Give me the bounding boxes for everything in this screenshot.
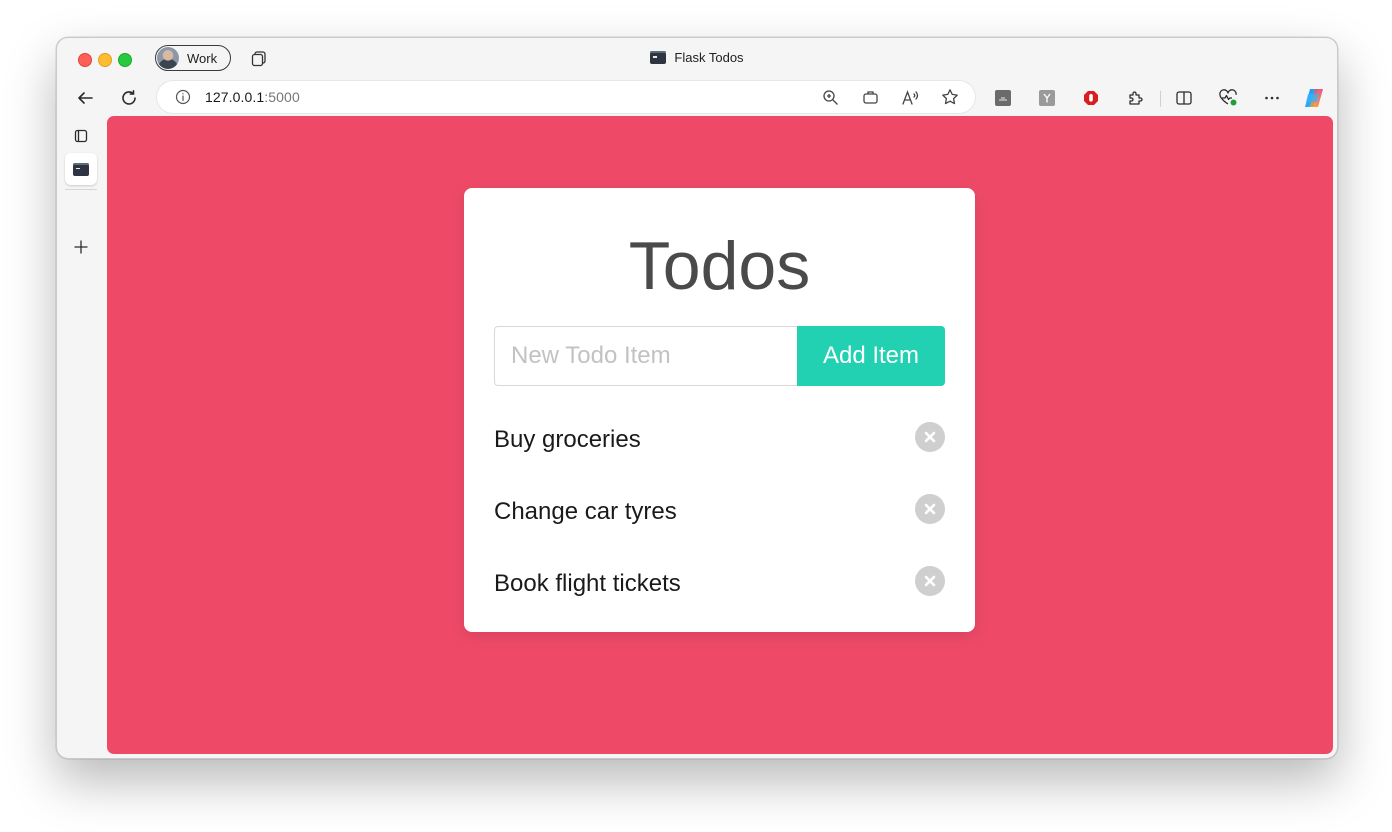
toolbar: 127.0.0.1:5000 [57, 78, 1337, 118]
add-item-button[interactable]: Add Item [797, 326, 945, 386]
extension-y-icon[interactable] [1039, 90, 1055, 106]
delete-todo-button[interactable] [915, 422, 945, 452]
browser-essentials-icon[interactable] [1218, 88, 1238, 108]
browser-window: Work Flask Todos 127.0.0.1:5000 Todos Ne… [56, 37, 1338, 759]
app-icon[interactable] [860, 87, 880, 107]
extensions-puzzle-icon[interactable] [1126, 88, 1146, 108]
terminal-favicon-icon [73, 162, 89, 176]
address-bar[interactable]: 127.0.0.1:5000 [157, 81, 975, 113]
adblock-extension-icon[interactable] [1083, 90, 1099, 106]
delete-todo-button[interactable] [915, 494, 945, 524]
terminal-favicon-icon [650, 51, 667, 64]
tab-title-text: Flask Todos [674, 50, 744, 65]
list-item: Buy groceries [494, 410, 945, 482]
split-screen-icon[interactable] [1174, 88, 1194, 108]
read-aloud-icon[interactable] [900, 87, 920, 107]
extension-dark-icon[interactable] [995, 90, 1011, 106]
close-icon [924, 503, 936, 515]
list-item: Book flight tickets [494, 554, 945, 626]
info-icon[interactable] [173, 87, 193, 107]
page-viewport: Todos Add Item Buy groceries Change car … [107, 116, 1333, 754]
new-todo-form: Add Item [494, 326, 945, 386]
new-tab-plus-icon[interactable] [71, 237, 91, 257]
delete-todo-button[interactable] [915, 566, 945, 596]
page-title: Todos [628, 228, 811, 304]
vertical-tab-separator [65, 189, 97, 190]
url-port: :5000 [264, 89, 300, 105]
todo-text: Book flight tickets [494, 570, 681, 597]
title-bar: Work Flask Todos [57, 38, 1337, 78]
todo-list: Buy groceries Change car tyres Book flig… [494, 410, 945, 626]
reload-icon[interactable] [119, 88, 139, 108]
more-icon[interactable] [1262, 88, 1282, 108]
close-icon [924, 431, 936, 443]
active-tab-title: Flask Todos [57, 50, 1337, 65]
zoom-icon[interactable] [820, 87, 840, 107]
copilot-icon[interactable] [1302, 86, 1326, 110]
favorite-star-icon[interactable] [940, 87, 960, 107]
toolbar-divider [1160, 91, 1161, 107]
vertical-tab-strip [57, 118, 107, 758]
todo-text: Change car tyres [494, 498, 677, 525]
list-item: Change car tyres [494, 482, 945, 554]
url-host: 127.0.0.1 [205, 89, 265, 105]
tab-actions-menu-icon[interactable] [71, 126, 91, 146]
todo-text: Buy groceries [494, 426, 641, 453]
close-icon [924, 575, 936, 587]
back-icon[interactable] [75, 88, 95, 108]
todo-card: Todos Add Item Buy groceries Change car … [464, 188, 975, 632]
url-text: 127.0.0.1:5000 [205, 89, 300, 105]
new-todo-input[interactable] [494, 326, 797, 386]
vertical-tab-flask-todos[interactable] [65, 153, 97, 185]
